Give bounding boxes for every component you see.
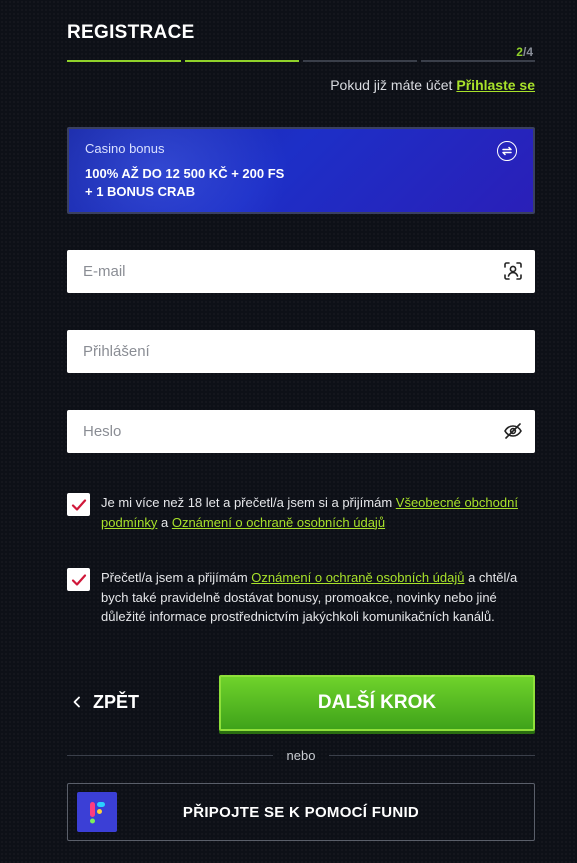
eye-off-icon[interactable] [503,421,523,441]
login-prompt-text: Pokud již máte účet [330,77,453,93]
privacy-link[interactable]: Oznámení o ochraně osobních údajů [172,515,385,530]
bonus-label: Casino bonus [85,141,165,156]
progress-segment [67,60,181,62]
or-divider: nebo [67,748,536,763]
contact-icon [503,261,523,281]
terms-text-before: Je mi více než 18 let a přečetl/a jsem s… [101,495,396,510]
progress-segment [185,60,299,62]
username-input[interactable] [67,330,535,373]
privacy-link[interactable]: Oznámení o ochraně osobních údajů [251,570,464,585]
terms-checkbox[interactable] [67,493,90,516]
login-link[interactable]: Přihlaste se [456,77,535,93]
login-prompt: Pokud již máte účet Přihlaste se [330,77,535,93]
step-counter: 2/4 [516,45,533,59]
marketing-consent: Přečetl/a jsem a přijímám Oznámení o och… [67,568,535,627]
next-step-label: DALŠÍ KROK [317,692,437,713]
bonus-line-2: + 1 BONUS CRAB [85,184,196,199]
funid-label: PŘIPOJTE SE K POMOCÍ FUNID [182,803,420,821]
back-label: ZPĚT [93,692,140,712]
password-input[interactable] [67,410,535,453]
funid-button[interactable]: PŘIPOJTE SE K POMOCÍ FUNID [67,783,535,841]
password-field[interactable] [67,410,535,453]
terms-text-mid: a [157,514,172,530]
page-title: REGISTRACE [67,22,195,43]
email-field[interactable] [67,250,535,293]
step-total: /4 [522,45,533,59]
divider-line [67,755,273,756]
marketing-checkbox[interactable] [67,568,90,591]
email-input[interactable] [67,250,535,293]
progress-segment [303,60,417,62]
divider-line [329,755,536,756]
next-step-button[interactable]: DALŠÍ KROK [219,675,535,731]
bonus-line-1: 100% AŽ DO 12 500 KČ + 200 FS [85,166,285,181]
step-current: 2 [516,45,523,59]
or-label: nebo [286,748,316,763]
terms-text: Je mi více než 18 let a přečetl/a jsem s… [101,493,535,532]
swap-icon[interactable] [497,141,517,161]
marketing-text-before: Přečetl/a jsem a přijímám [101,570,252,585]
marketing-text: Přečetl/a jsem a přijímám Oznámení o och… [101,568,535,627]
funid-logo-icon [77,792,117,832]
back-button[interactable]: ZPĚT [73,692,139,713]
bonus-selector[interactable]: Casino bonus 100% AŽ DO 12 500 KČ + 200 … [67,127,535,214]
progress-segment [421,60,535,62]
terms-consent: Je mi více než 18 let a přečetl/a jsem s… [67,493,535,532]
username-field[interactable] [67,330,535,373]
chevron-left-icon [73,692,81,713]
step-progress-bar [67,60,535,63]
